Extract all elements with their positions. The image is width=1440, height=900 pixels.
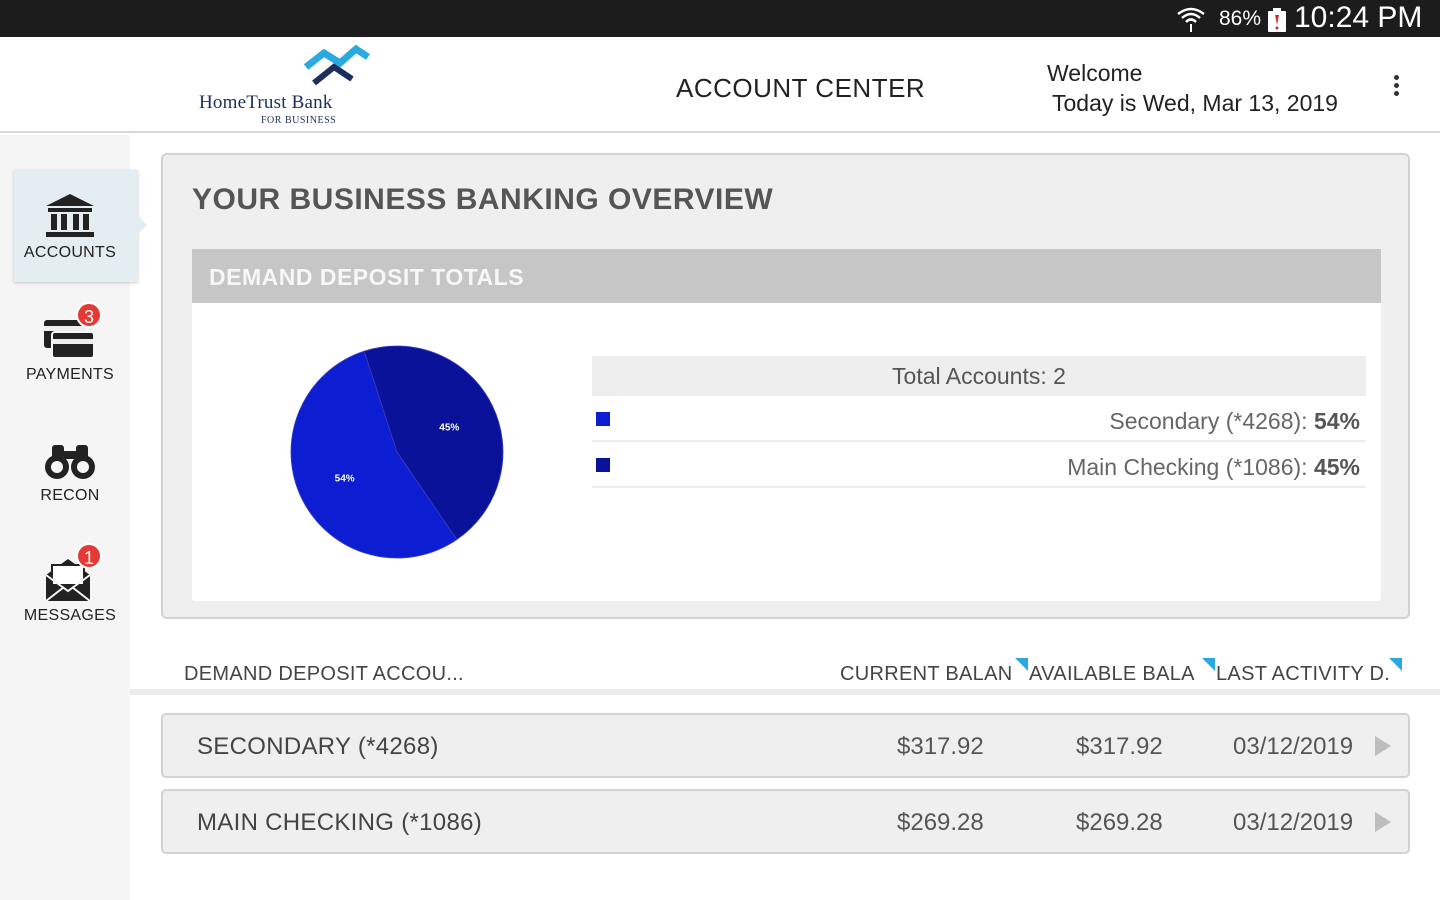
column-header-account[interactable]: DEMAND DEPOSIT ACCOU... — [184, 663, 464, 686]
legend-item: Secondary (*4268): 54% — [592, 396, 1366, 442]
total-accounts: Total Accounts: 2 — [592, 356, 1366, 396]
battery-icon — [1268, 8, 1286, 32]
panel-header: DEMAND DEPOSIT TOTALS — [192, 249, 1381, 303]
page-title: ACCOUNT CENTER — [676, 73, 926, 103]
legend-swatch — [596, 458, 610, 472]
column-header-current-balance[interactable]: CURRENT BALAN — [840, 663, 1012, 686]
column-header-last-activity[interactable]: LAST ACTIVITY D. — [1216, 663, 1390, 686]
legend-percent: 54% — [1313, 408, 1360, 434]
pie-chart: 54% 45% — [290, 345, 504, 559]
available-balance: $269.28 — [1076, 809, 1163, 836]
legend-label: Main Checking (*1086): — [1067, 454, 1314, 480]
current-balance: $317.92 — [897, 733, 984, 760]
sidebar-item-recon[interactable]: RECON — [14, 413, 138, 525]
pie-slice-label: 45% — [439, 422, 459, 433]
sidebar: ACCOUNTS 3 PAYMENTS RECON 1 MESSAGES — [0, 135, 147, 900]
account-name: SECONDARY (*4268) — [197, 733, 439, 760]
payments-badge: 3 — [76, 302, 102, 328]
sidebar-item-messages[interactable]: 1 MESSAGES — [14, 533, 138, 645]
current-balance: $269.28 — [897, 809, 984, 836]
overview-card: YOUR BUSINESS BANKING OVERVIEW DEMAND DE… — [161, 153, 1410, 619]
sort-indicator-icon — [1389, 658, 1402, 671]
legend-item: Main Checking (*1086): 45% — [592, 442, 1366, 488]
last-activity-date: 03/12/2019 — [1233, 733, 1354, 760]
logo-subtitle: FOR BUSINESS — [261, 115, 337, 126]
sidebar-item-label: MESSAGES — [23, 607, 117, 624]
divider — [130, 689, 1440, 695]
welcome-text: Welcome — [1047, 60, 1143, 86]
sort-indicator-icon — [1202, 658, 1215, 671]
status-bar: 86% 10:24 PM — [0, 0, 1440, 37]
sidebar-item-label: RECON — [40, 487, 100, 504]
messages-badge: 1 — [76, 543, 102, 569]
legend-label: Secondary (*4268): — [1109, 408, 1314, 434]
column-header-available-balance[interactable]: AVAILABLE BALA — [1029, 663, 1195, 686]
last-activity-date: 03/12/2019 — [1233, 809, 1354, 836]
panel-title: DEMAND DEPOSIT TOTALS — [209, 264, 525, 290]
chevron-right-icon — [1375, 812, 1391, 832]
today-date: Today is Wed, Mar 13, 2019 — [1052, 90, 1338, 116]
sidebar-item-payments[interactable]: 3 PAYMENTS — [14, 292, 138, 404]
clock: 10:24 PM — [1294, 1, 1423, 34]
pie-slice-label: 54% — [335, 474, 355, 485]
hometrust-logo-icon — [303, 44, 370, 86]
app-header: HomeTrust Bank FOR BUSINESS ACCOUNT CENT… — [0, 37, 1440, 133]
account-name: MAIN CHECKING (*1086) — [197, 809, 483, 836]
sort-indicator-icon — [1015, 658, 1028, 671]
legend-percent: 45% — [1313, 454, 1360, 480]
sidebar-item-accounts[interactable]: ACCOUNTS — [14, 170, 147, 282]
legend-swatch — [596, 412, 610, 426]
bank-icon — [46, 194, 94, 237]
account-row[interactable]: SECONDARY (*4268) $317.92 $317.92 03/12/… — [161, 713, 1410, 778]
chevron-right-icon — [1375, 736, 1391, 756]
account-row[interactable]: MAIN CHECKING (*1086) $269.28 $269.28 03… — [161, 789, 1410, 854]
chart-legend: Total Accounts: 2 Secondary (*4268): 54%… — [592, 356, 1366, 488]
available-balance: $317.92 — [1076, 733, 1163, 760]
wifi-icon — [1177, 7, 1205, 32]
battery-percent: 86% — [1219, 7, 1262, 30]
binoculars-icon — [45, 445, 95, 479]
more-vert-icon[interactable] — [1384, 75, 1408, 99]
logo-name: HomeTrust Bank — [199, 92, 333, 113]
sidebar-item-label: ACCOUNTS — [23, 244, 117, 261]
demand-deposit-panel: DEMAND DEPOSIT TOTALS 54% 45% Total Accou… — [192, 249, 1381, 601]
overview-title: YOUR BUSINESS BANKING OVERVIEW — [192, 183, 774, 216]
sidebar-item-label: PAYMENTS — [25, 366, 115, 383]
